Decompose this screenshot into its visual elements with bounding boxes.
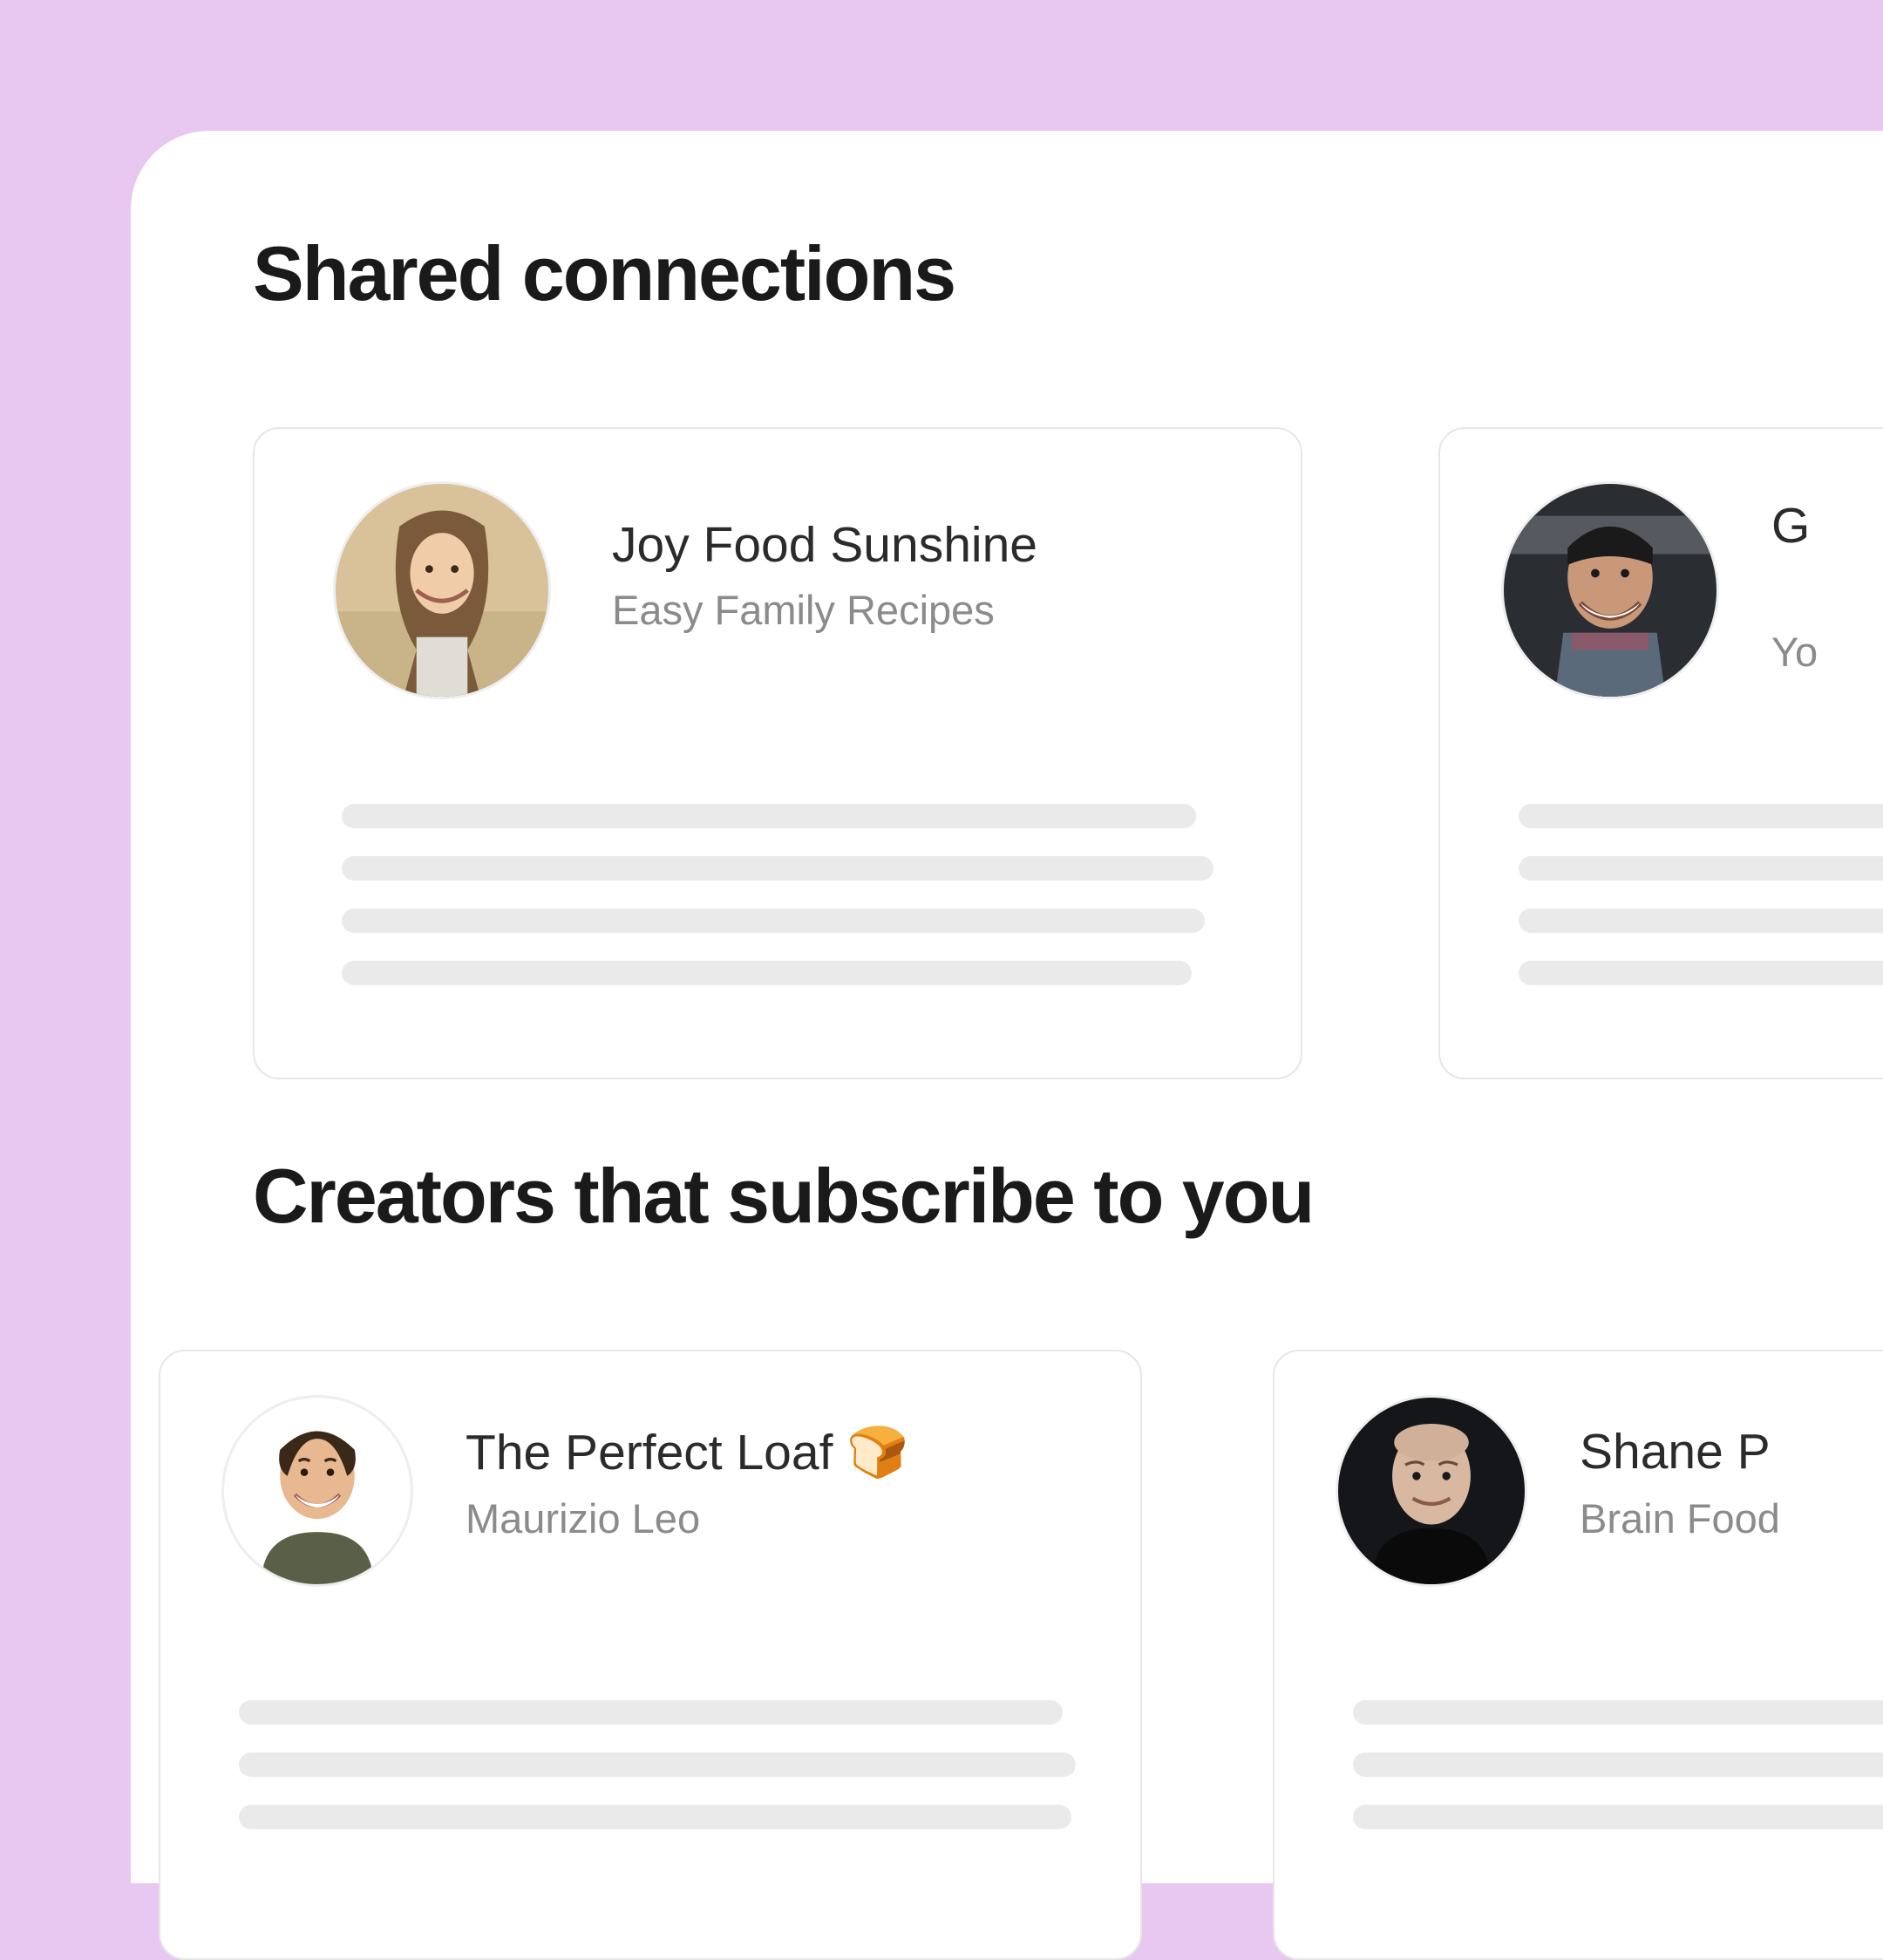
- skeleton-placeholder: [1353, 1700, 1883, 1857]
- skeleton-placeholder: [1519, 804, 1883, 1013]
- avatar: [221, 1395, 413, 1587]
- connection-name: Joy Food Sunshine: [612, 516, 1037, 574]
- subscriber-card[interactable]: Shane P Brain Food: [1273, 1350, 1883, 1960]
- skeleton-placeholder: [239, 1700, 1076, 1857]
- subscriber-name: The Perfect Loaf 🍞: [466, 1423, 908, 1481]
- subscriber-subtitle: Maurizio Leo: [466, 1494, 700, 1542]
- connection-card[interactable]: G Yo: [1438, 427, 1883, 1079]
- avatar: [1501, 481, 1719, 699]
- subscriber-subtitle: Brain Food: [1580, 1494, 1780, 1542]
- connection-card[interactable]: Joy Food Sunshine Easy Family Recipes: [253, 427, 1302, 1079]
- avatar: [1336, 1395, 1527, 1587]
- skeleton-placeholder: [342, 804, 1213, 1013]
- connection-subtitle: Easy Family Recipes: [612, 586, 995, 634]
- section-title-subscribers: Creators that subscribe to you: [253, 1158, 1313, 1235]
- subscriber-name: Shane P: [1580, 1423, 1771, 1480]
- connection-name: G: [1771, 497, 1810, 555]
- subscriber-card[interactable]: The Perfect Loaf 🍞 Maurizio Leo: [159, 1350, 1142, 1960]
- avatar: [333, 481, 551, 699]
- section-title-shared: Shared connections: [253, 235, 955, 312]
- content-panel: Shared connections Joy Food Sunshine Eas…: [131, 131, 1883, 1883]
- connection-subtitle: Yo: [1771, 628, 1818, 676]
